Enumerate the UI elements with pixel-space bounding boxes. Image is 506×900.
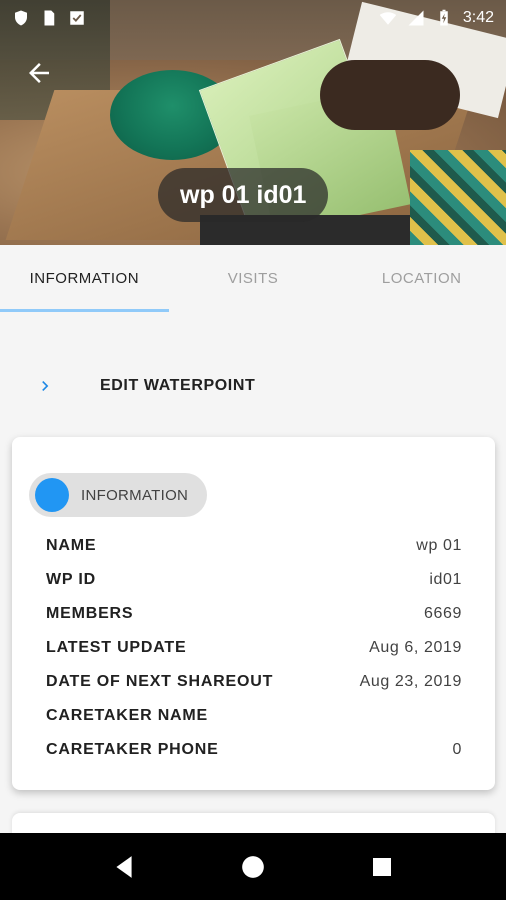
chevron-right-icon [42,381,49,391]
info-key: LATEST UPDATE [46,639,187,656]
info-value: Aug 6, 2019 [369,639,462,656]
back-button[interactable] [24,58,54,88]
info-value: wp 01 [416,537,462,554]
photo-hand [320,60,460,130]
tab-visits-label: VISITS [227,270,279,287]
info-row-name: NAME wp 01 [46,529,462,563]
info-value: 0 [452,741,462,758]
info-key: MEMBERS [46,605,134,622]
info-row-wp-id: WP ID id01 [46,563,462,597]
status-left [12,9,86,27]
signal-icon [408,10,424,26]
info-key: NAME [46,537,97,554]
chip-label: INFORMATION [81,486,189,504]
status-time: 3:42 [462,9,494,26]
information-chip[interactable]: INFORMATION [29,473,207,517]
info-rows: NAME wp 01 WP ID id01 MEMBERS 6669 LATES… [46,529,462,767]
system-nav-bar [0,833,506,900]
info-value: id01 [429,571,462,588]
page-title-text: wp 01 id01 [180,180,307,209]
check-box-icon [70,11,84,25]
information-card: INFORMATION NAME wp 01 WP ID id01 MEMBER… [12,437,495,790]
info-key: CARETAKER NAME [46,707,209,724]
shield-icon [15,10,27,26]
tab-information[interactable]: INFORMATION [0,245,169,312]
tab-visits[interactable]: VISITS [169,245,338,312]
chip-avatar-dot [35,478,69,512]
recents-square-icon [372,857,391,876]
info-key: DATE OF NEXT SHAREOUT [46,673,274,690]
arrow-back-icon [29,63,49,83]
info-row-caretaker-name: CARETAKER NAME [46,699,462,733]
status-bar: 3:42 [0,0,506,36]
back-triangle-icon [116,855,132,878]
battery-charging-icon [440,9,448,26]
info-row-members: MEMBERS 6669 [46,597,462,631]
nav-back-button[interactable] [109,852,139,882]
home-circle-icon [242,855,264,878]
edit-waterpoint-button[interactable]: EDIT WATERPOINT [0,360,506,412]
page-title: wp 01 id01 [158,168,329,222]
tab-location[interactable]: LOCATION [337,245,506,312]
info-row-caretaker-phone: CARETAKER PHONE 0 [46,733,462,767]
sim-card-icon [44,10,55,26]
info-value: 6669 [424,605,462,622]
info-key: WP ID [46,571,96,588]
edit-waterpoint-label: EDIT WATERPOINT [100,377,256,394]
nav-recents-button[interactable] [367,852,397,882]
status-right: 3:42 [379,9,494,27]
info-row-latest-update: LATEST UPDATE Aug 6, 2019 [46,631,462,665]
nav-home-button[interactable] [238,852,268,882]
tab-information-label: INFORMATION [29,270,140,287]
info-row-next-shareout: DATE OF NEXT SHAREOUT Aug 23, 2019 [46,665,462,699]
info-key: CARETAKER PHONE [46,741,219,758]
tab-location-label: LOCATION [381,270,462,287]
photo-fabric [410,150,506,245]
wifi-icon [379,12,397,25]
info-value: Aug 23, 2019 [359,673,462,690]
tab-bar: INFORMATION VISITS LOCATION [0,245,506,312]
